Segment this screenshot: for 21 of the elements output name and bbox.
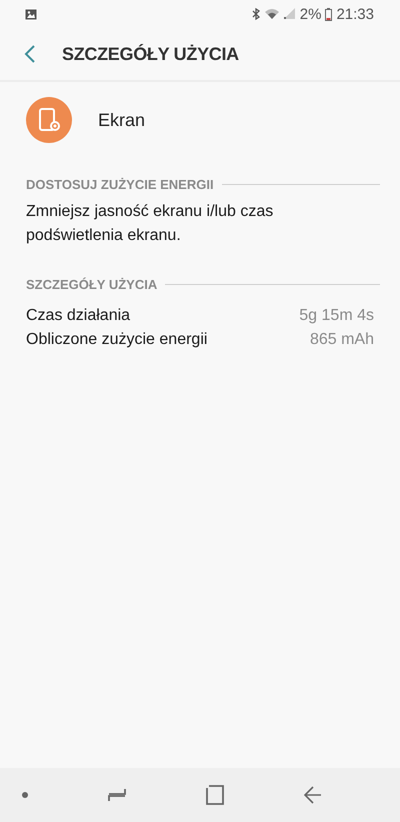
detail-label: Czas działania: [26, 307, 130, 325]
bluetooth-icon: [252, 8, 260, 20]
detail-value: 5g 15m 4s: [299, 307, 374, 325]
page-title: SZCZEGÓŁY UŻYCIA: [62, 44, 239, 64]
wifi-icon: [264, 8, 280, 20]
signal-icon: [284, 8, 296, 20]
clock: 21:33: [336, 6, 374, 22]
tip-text[interactable]: Zmniejsz jasność ekranu i/lub czas podświetlenia ekranu.: [0, 192, 400, 248]
detail-label: Obliczone zużycie energii: [26, 331, 208, 349]
section-header: DOSTOSUJ ZUŻYCIE ENERGII: [26, 176, 214, 192]
home-icon[interactable]: [206, 785, 224, 805]
back-icon[interactable]: [304, 786, 322, 804]
detail-value: 865 mAh: [310, 331, 374, 349]
app-name: Ekran: [98, 110, 146, 130]
image-icon: [25, 8, 37, 20]
screen-settings-icon: [26, 97, 72, 143]
battery-percentage: 2%: [300, 6, 322, 22]
section-header: SZCZEGÓŁY UŻYCIA: [26, 276, 158, 292]
battery-icon: [325, 8, 332, 20]
recent-apps-icon[interactable]: [108, 788, 126, 802]
dot-icon[interactable]: [22, 792, 28, 798]
